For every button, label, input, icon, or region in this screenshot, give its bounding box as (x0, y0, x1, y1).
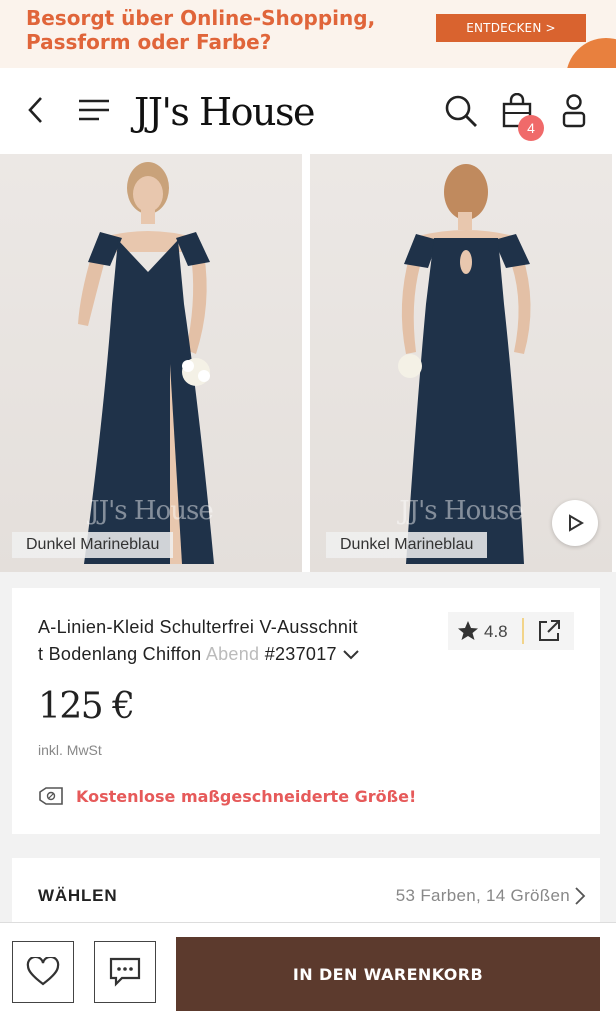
product-info-card: A-Linien-Kleid Schulterfrei V-Ausschnit … (12, 588, 600, 834)
product-title: A-Linien-Kleid Schulterfrei V-Ausschnit … (38, 614, 426, 668)
divider (522, 618, 524, 644)
promo-decoration (566, 38, 616, 68)
tag-icon (39, 787, 63, 805)
user-icon[interactable] (560, 92, 588, 130)
color-tag: Dunkel Marineblau (12, 532, 174, 558)
site-header: JJ's House 4 (0, 68, 616, 154)
custom-size-text: Kostenlose maßgeschneiderte Größe! (76, 786, 417, 806)
title-line-2-text: t Bodenlang Chiffon (38, 644, 206, 664)
add-to-cart-button[interactable]: IN DEN WARENKORB (176, 937, 600, 1011)
custom-size-promo[interactable]: Kostenlose maßgeschneiderte Größe! (38, 786, 416, 806)
color-tag: Dunkel Marineblau (326, 532, 488, 558)
back-icon[interactable] (20, 94, 52, 126)
chat-button[interactable] (94, 941, 156, 1003)
heart-icon (26, 957, 60, 986)
promo-text: Besorgt über Online-Shopping, Passform o… (26, 6, 376, 54)
play-icon (569, 514, 584, 532)
share-icon[interactable] (536, 618, 562, 644)
price: 125 € (38, 686, 135, 727)
rating-share-box: 4.8 (448, 612, 574, 650)
chat-icon (109, 957, 141, 987)
watermark: JJ's House (89, 496, 213, 526)
rating-value[interactable]: 4.8 (484, 622, 508, 642)
search-icon[interactable] (442, 92, 480, 130)
title-line-2[interactable]: t Bodenlang Chiffon Abend #237017 (38, 641, 426, 668)
product-image-front[interactable]: JJ's House Dunkel Marineblau (0, 154, 302, 572)
product-gallery[interactable]: JJ's House Dunkel Marineblau JJ's House … (0, 154, 616, 572)
promo-banner[interactable]: Besorgt über Online-Shopping, Passform o… (0, 0, 616, 68)
product-id: #237017 (264, 644, 337, 664)
chevron-down-icon[interactable] (342, 649, 360, 661)
tax-note: inkl. MwSt (38, 742, 102, 758)
title-line-1: A-Linien-Kleid Schulterfrei V-Ausschnit (38, 617, 358, 637)
title-faded-text: Abend (205, 644, 260, 664)
star-icon (458, 621, 478, 640)
site-logo[interactable]: JJ's House (134, 90, 315, 134)
play-video-button[interactable] (552, 500, 598, 546)
select-value: 53 Farben, 14 Größen (395, 886, 570, 905)
bottom-action-bar: IN DEN WARENKORB (0, 922, 616, 1014)
menu-icon[interactable] (76, 94, 112, 126)
select-label: WÄHLEN (38, 886, 118, 905)
discover-button[interactable]: ENTDECKEN > (436, 14, 586, 42)
cart-count-badge: 4 (518, 115, 544, 141)
chevron-right-icon (575, 887, 586, 905)
wishlist-button[interactable] (12, 941, 74, 1003)
